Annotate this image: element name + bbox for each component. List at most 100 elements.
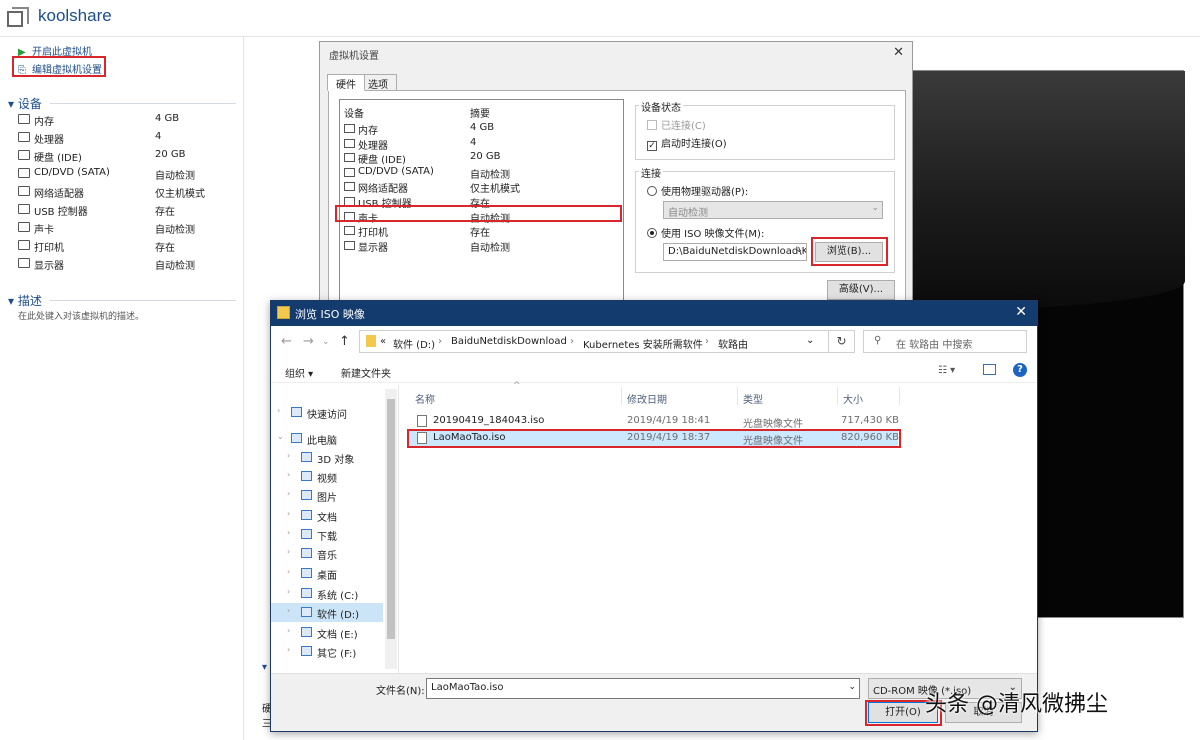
nav-item[interactable]: › 桌面 xyxy=(271,564,383,583)
picture-icon xyxy=(301,490,312,500)
device-list-row[interactable]: 显示器 自动检测 xyxy=(344,239,621,254)
device-list-row-selected[interactable]: CD/DVD (SATA) 自动检测 xyxy=(344,166,621,181)
chevron-right-icon[interactable]: › xyxy=(287,528,290,537)
organize-button[interactable]: 组织 ▾ xyxy=(285,365,313,380)
nav-item[interactable]: › 3D 对象 xyxy=(271,448,383,467)
use-physical-drive-radio[interactable]: 使用物理驱动器(P): xyxy=(647,183,748,198)
chevron-right-icon[interactable]: › xyxy=(287,470,290,479)
device-list-row[interactable]: 处理器 4 xyxy=(344,137,621,152)
device-value: 自动检测 xyxy=(155,171,195,182)
chevron-right-icon[interactable]: › xyxy=(287,567,290,576)
address-bar[interactable]: « 软件 (D:) › BaiduNetdiskDownload › Kuber… xyxy=(359,330,829,353)
device-row[interactable]: 处理器 4 xyxy=(18,129,238,147)
iso-file-icon xyxy=(417,415,427,427)
device-list-row[interactable]: 内存 4 GB xyxy=(344,122,621,137)
browse-iso-dialog: 浏览 ISO 映像 ✕ ← → ⌄ ↑ « 软件 (D:) › BaiduNet… xyxy=(270,300,1038,732)
chevron-down-icon[interactable]: ⌄ xyxy=(848,682,856,692)
nav-item[interactable]: › 图片 xyxy=(271,486,383,505)
devices-section-title[interactable]: ▾ 设备 xyxy=(8,95,42,112)
physical-drive-select[interactable]: 自动检测 ⌄ xyxy=(663,201,883,219)
iso-path-input[interactable]: D:\BaiduNetdiskDownload\K ⌄ xyxy=(663,243,807,261)
column-type[interactable]: 类型 xyxy=(743,391,763,406)
breadcrumb-overflow[interactable]: « xyxy=(380,336,386,347)
nav-item[interactable]: › 视频 xyxy=(271,467,383,486)
breadcrumb-current[interactable]: 软路由 xyxy=(718,336,748,351)
device-row[interactable]: 网络适配器 仅主机模式 xyxy=(18,183,238,201)
device-row[interactable]: 声卡 自动检测 xyxy=(18,219,238,237)
tab-hardware[interactable]: 硬件 xyxy=(327,74,365,91)
device-row[interactable]: 硬盘 (IDE) 20 GB xyxy=(18,147,238,165)
chevron-right-icon[interactable]: › xyxy=(287,509,290,518)
connected-checkbox[interactable]: 已连接(C) xyxy=(647,117,706,132)
breadcrumb-kubernetes[interactable]: Kubernetes 安装所需软件 xyxy=(583,336,703,351)
device-list-row[interactable]: 网络适配器 仅主机模式 xyxy=(344,180,621,195)
nav-item[interactable]: ⌄ 此电脑 xyxy=(271,429,383,448)
column-size[interactable]: 大小 xyxy=(843,391,863,406)
preview-pane-icon[interactable] xyxy=(983,364,996,375)
column-date[interactable]: 修改日期 xyxy=(627,391,667,406)
breadcrumb-baidunetdisk[interactable]: BaiduNetdiskDownload xyxy=(451,336,567,347)
device-name: CD/DVD (SATA) xyxy=(34,167,110,178)
memory-icon xyxy=(344,124,355,133)
device-row[interactable]: USB 控制器 存在 xyxy=(18,201,238,219)
device-status-title: 设备状态 xyxy=(639,99,683,114)
dialog-title: 浏览 ISO 映像 xyxy=(295,308,365,321)
breadcrumb-drive-d[interactable]: 软件 (D:) xyxy=(393,336,435,351)
nav-item[interactable]: › 音乐 xyxy=(271,544,383,563)
recent-chevron-icon[interactable]: ⌄ xyxy=(322,337,330,347)
file-row[interactable]: 20190419_184043.iso 2019/4/19 18:41 光盘映像… xyxy=(407,413,899,430)
use-iso-radio[interactable]: 使用 ISO 映像文件(M): xyxy=(647,225,764,240)
nav-item[interactable]: › 软件 (D:) xyxy=(271,603,383,622)
chevron-right-icon[interactable]: › xyxy=(287,645,290,654)
nav-item[interactable]: › 文档 (E:) xyxy=(271,623,383,642)
device-row[interactable]: 内存 4 GB xyxy=(18,111,238,129)
chevron-down-icon[interactable]: ⌄ xyxy=(806,335,814,346)
star-icon xyxy=(291,407,302,417)
monitor-icon xyxy=(18,258,30,268)
memory-icon xyxy=(18,114,30,124)
new-folder-button[interactable]: 新建文件夹 xyxy=(341,365,391,380)
filename-input[interactable]: LaoMaoTao.iso ⌄ xyxy=(426,678,860,699)
refresh-icon: ↻ xyxy=(836,334,847,348)
nav-item[interactable]: › 快速访问 xyxy=(271,403,383,422)
nav-item[interactable]: › 其它 (F:) xyxy=(271,642,383,661)
refresh-button[interactable]: ↻ xyxy=(829,330,855,353)
back-arrow-icon[interactable]: ← xyxy=(281,334,292,349)
nav-item[interactable]: › 系统 (C:) xyxy=(271,584,383,603)
device-list-row[interactable]: 打印机 存在 xyxy=(344,224,621,239)
chevron-right-icon[interactable]: › xyxy=(287,606,290,615)
nav-item[interactable]: › 文档 xyxy=(271,506,383,525)
advanced-button[interactable]: 高级(V)... xyxy=(827,280,895,300)
connection-title: 连接 xyxy=(639,165,663,180)
close-icon[interactable]: ✕ xyxy=(893,45,904,60)
up-arrow-icon[interactable]: ↑ xyxy=(339,334,350,349)
connect-at-power-on-checkbox[interactable]: ✓ 启动时连接(O) xyxy=(647,135,727,151)
close-icon[interactable]: ✕ xyxy=(1015,304,1027,320)
nav-scrollbar[interactable] xyxy=(385,389,397,669)
column-name[interactable]: 名称 xyxy=(415,391,435,406)
music-icon xyxy=(301,548,312,558)
device-row[interactable]: 打印机 存在 xyxy=(18,237,238,255)
view-options-icon[interactable]: ☷ ▾ xyxy=(938,365,955,376)
description-placeholder[interactable]: 在此处键入对该虚拟机的描述。 xyxy=(18,309,144,322)
chevron-right-icon[interactable]: › xyxy=(287,626,290,635)
description-section-title[interactable]: ▾ 描述 xyxy=(8,292,42,309)
device-list-row[interactable]: 硬盘 (IDE) 20 GB xyxy=(344,151,621,166)
help-icon[interactable]: ? xyxy=(1013,363,1027,377)
folder-icon xyxy=(366,335,376,347)
device-row[interactable]: CD/DVD (SATA) 自动检测 xyxy=(18,165,238,183)
device-row[interactable]: 显示器 自动检测 xyxy=(18,255,238,273)
chevron-right-icon[interactable]: › xyxy=(287,587,290,596)
nav-item[interactable]: › 下载 xyxy=(271,525,383,544)
device-name: 声卡 xyxy=(34,225,54,236)
forward-arrow-icon[interactable]: → xyxy=(303,334,314,349)
search-input[interactable]: ⚲ 在 软路由 中搜索 xyxy=(863,330,1027,353)
chevron-right-icon[interactable]: › xyxy=(287,451,290,460)
chevron-right-icon[interactable]: › xyxy=(287,489,290,498)
drive-icon xyxy=(301,588,312,598)
speaker-icon xyxy=(18,222,30,232)
chevron-down-icon[interactable]: ⌄ xyxy=(277,432,284,441)
chevron-down-icon[interactable]: › xyxy=(277,406,280,415)
chevron-right-icon[interactable]: › xyxy=(287,547,290,556)
watermark: 头条 @清风微拂尘 xyxy=(925,692,1108,717)
